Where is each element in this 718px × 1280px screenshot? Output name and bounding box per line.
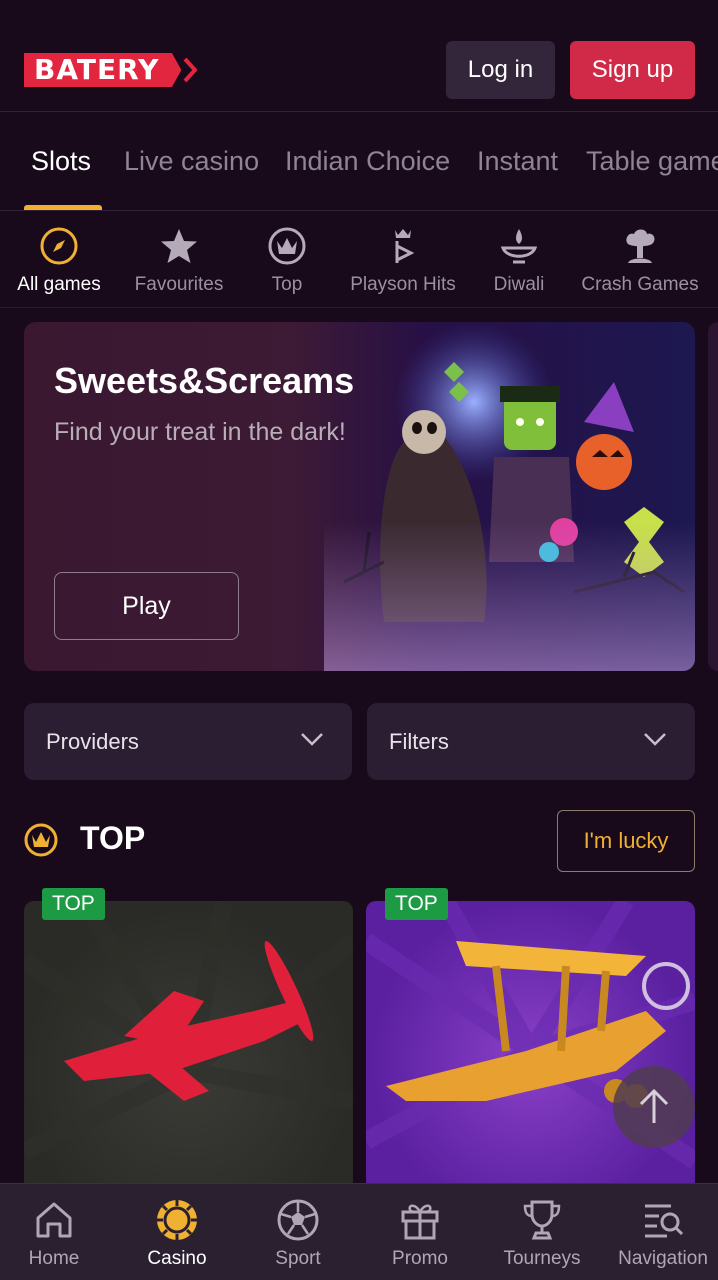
banner-subtitle: Find your treat in the dark!: [54, 418, 346, 446]
home-icon: [36, 1202, 72, 1238]
category-label: Crash Games: [581, 274, 699, 295]
category-label: Diwali: [493, 274, 545, 295]
soccer-ball-icon: [277, 1199, 319, 1241]
category-crash-games[interactable]: Crash Games: [580, 226, 700, 296]
logo-chevron-icon: [183, 57, 198, 83]
banner-title: Sweets&Screams: [54, 360, 355, 401]
crown-icon: [24, 823, 58, 857]
star-icon: [161, 229, 197, 263]
batery-logo[interactable]: BATERY: [24, 52, 198, 88]
game-card-biplane[interactable]: [366, 901, 695, 1191]
section-title: TOP: [80, 820, 146, 856]
next-banner-peek[interactable]: [708, 322, 718, 671]
nav-label: Casino: [147, 1248, 207, 1269]
banner-play-button[interactable]: Play: [54, 572, 239, 640]
nav-casino[interactable]: Casino: [144, 1198, 210, 1270]
chevron-down-icon: [301, 733, 323, 746]
tab-live-casino[interactable]: Live casino: [124, 146, 259, 177]
diya-icon: [500, 229, 538, 264]
arrow-up-icon: [639, 1089, 669, 1123]
login-button[interactable]: Log in: [446, 41, 555, 99]
bottom-navigation: Home Casino Sport Promo Tourneys Navigat…: [0, 1183, 718, 1280]
nav-navigation[interactable]: Navigation: [614, 1198, 712, 1270]
chevron-down-icon: [644, 733, 666, 746]
tab-indian-choice[interactable]: Indian Choice: [285, 146, 450, 177]
promo-banner[interactable]: Sweets&Screams Find your treat in the da…: [24, 322, 695, 671]
providers-label: Providers: [46, 728, 139, 754]
category-label: Top: [271, 274, 303, 295]
trophy-icon: [523, 1200, 561, 1240]
category-diwali[interactable]: Diwali: [492, 226, 546, 296]
game-categories: All games Favourites Top Playson Hits Di…: [0, 212, 718, 308]
category-favourites[interactable]: Favourites: [132, 226, 226, 296]
explosion-icon: [626, 229, 655, 263]
nav-label: Navigation: [618, 1248, 708, 1269]
category-top[interactable]: Top: [266, 226, 308, 296]
casino-chip-icon: [157, 1200, 197, 1240]
crown-icon: [268, 227, 306, 265]
nav-home[interactable]: Home: [26, 1198, 82, 1270]
nav-label: Promo: [392, 1248, 448, 1269]
nav-tourneys[interactable]: Tourneys: [500, 1198, 584, 1270]
search-list-icon: [645, 1204, 684, 1238]
gold-biplane-icon: [366, 901, 695, 1169]
game-card-aviator[interactable]: [24, 901, 353, 1191]
filters-dropdown[interactable]: Filters: [367, 703, 695, 780]
providers-dropdown[interactable]: Providers: [24, 703, 352, 780]
tab-table-games[interactable]: Table games: [586, 146, 718, 177]
top-badge: TOP: [42, 888, 105, 920]
halloween-banner-art: [324, 322, 695, 671]
nav-sport[interactable]: Sport: [272, 1198, 324, 1270]
header: BATERY Log in Sign up: [0, 0, 718, 112]
tab-instant[interactable]: Instant: [477, 146, 558, 177]
top-badge: TOP: [385, 888, 448, 920]
nav-label: Tourneys: [503, 1248, 581, 1269]
signup-button[interactable]: Sign up: [570, 41, 695, 99]
nav-label: Sport: [275, 1248, 321, 1269]
im-lucky-button[interactable]: I'm lucky: [557, 810, 695, 872]
playson-icon: [395, 229, 415, 263]
category-label: Favourites: [134, 274, 224, 295]
category-label: Playson Hits: [350, 274, 456, 295]
category-tabs: Slots Live casino Indian Choice Instant …: [0, 113, 718, 211]
category-all-games[interactable]: All games: [16, 226, 102, 296]
nav-label: Home: [28, 1248, 80, 1269]
category-playson-hits[interactable]: Playson Hits: [348, 226, 458, 296]
scroll-to-top-button[interactable]: [613, 1066, 695, 1148]
logo-text: BATERY: [24, 53, 182, 87]
gift-icon: [401, 1204, 439, 1240]
red-plane-icon: [24, 901, 353, 1160]
compass-icon: [40, 227, 78, 265]
active-tab-indicator: [24, 205, 102, 210]
category-label: All games: [17, 274, 101, 295]
filters-label: Filters: [389, 728, 449, 754]
nav-promo[interactable]: Promo: [390, 1198, 450, 1270]
tab-slots[interactable]: Slots: [31, 146, 91, 177]
